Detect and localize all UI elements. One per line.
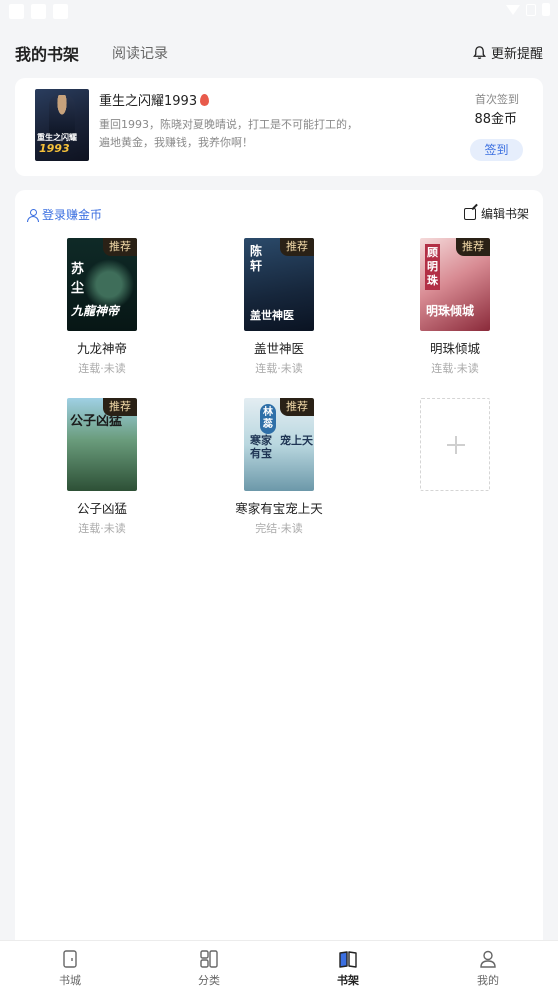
book-cover[interactable]: 苏尘 九龍神帝 推荐 [67,238,137,331]
bell-icon [473,46,486,60]
cover-subtitle-text: 宠上天 [280,434,313,447]
book-cover[interactable]: 顾明珠 明珠倾城 推荐 [420,238,490,331]
book-status: 完结·未读 [255,522,303,535]
book-item[interactable]: 公子凶猛 推荐 公子凶猛 连载·未读 [42,398,162,536]
signin-coins: 88金币 [474,112,517,127]
update-reminder-button[interactable]: 更新提醒 [472,43,543,62]
notification-icon [31,4,46,19]
cover-title-text: 九龍神帝 [71,304,120,318]
cover-figure [49,95,75,135]
cover-author-text: 林蕊 [260,404,276,434]
book-item[interactable]: 苏尘 九龍神帝 推荐 九龙神帝 连载·未读 [42,238,162,376]
book-title: 明珠倾城 [429,341,480,356]
book-title: 公子凶猛 [76,501,127,516]
recommend-badge: 推荐 [103,398,137,416]
recommend-badge: 推荐 [456,238,490,256]
book-cover[interactable]: 林蕊 寒家 有宝 宠上天 推荐 [244,398,314,491]
notification-icon [53,4,68,19]
nav-item-bookstore[interactable]: 书城 [30,949,110,988]
tab-reading-history[interactable]: 阅读记录 [112,43,168,63]
featured-book-title: 重生之闪耀1993 [99,94,198,109]
book-title: 寒家有宝宠上天 [235,501,323,516]
tab-my-bookshelf[interactable]: 我的书架 [15,41,79,65]
bookshelf-panel: 登录赚金币 编辑书架 苏尘 九龍神帝 推荐 九龙神帝 连载·未读 陈轩 盖世神医… [15,190,543,950]
book-title: 九龙神帝 [76,341,127,356]
book-status: 连载·未读 [78,522,126,535]
edit-icon [463,207,476,220]
recommend-badge: 推荐 [280,398,314,416]
bookstore-icon [60,949,80,969]
wifi-icon [506,4,520,15]
bookshelf-icon [338,949,358,969]
nav-label: 书城 [59,974,81,987]
status-icons [506,3,550,16]
cover-author-text: 苏尘 [71,262,85,296]
login-earn-coins-link[interactable]: 登录赚金币 [27,206,102,223]
recommend-badge: 推荐 [280,238,314,256]
status-bar [0,0,558,24]
top-header: 我的书架 阅读记录 更新提醒 [0,30,558,74]
book-status: 连载·未读 [255,362,303,375]
edit-bookshelf-button[interactable]: 编辑书架 [463,205,529,222]
recommend-badge: 推荐 [103,238,137,256]
featured-book-cover[interactable]: 重生之闪耀 1993 [35,89,89,161]
cover-author-text: 顾明珠 [425,244,440,290]
bottom-navigation: 书城 分类 书架 我的 [0,940,558,992]
login-earn-coins-label: 登录赚金币 [42,208,103,222]
book-status: 连载·未读 [78,362,126,375]
user-icon [27,208,39,222]
featured-book-card[interactable]: 重生之闪耀 1993 重生之闪耀1993 重回1993，陈晓对夏晚晴说，打工是不… [15,78,543,176]
nav-label: 我的 [477,974,499,987]
book-item[interactable]: 林蕊 寒家 有宝 宠上天 推荐 寒家有宝宠上天 完结·未读 [219,398,339,536]
book-cover[interactable]: 公子凶猛 推荐 [67,398,137,491]
book-title: 盖世神医 [253,341,304,356]
notification-icon [9,4,24,19]
featured-book-title-row[interactable]: 重生之闪耀1993 [99,90,210,109]
book-item[interactable]: 顾明珠 明珠倾城 推荐 明珠倾城 连载·未读 [395,238,515,376]
update-reminder-label: 更新提醒 [490,47,543,62]
signin-button[interactable]: 签到 [470,139,523,161]
cover-title-text: 明珠倾城 [426,304,475,318]
nav-label: 书架 [337,974,359,987]
nav-label: 分类 [198,974,220,987]
hot-fire-icon [200,93,210,106]
signin-label: 首次签到 [475,93,519,106]
cover-author-text: 陈轩 [250,244,263,273]
profile-icon [478,949,498,969]
nav-item-bookshelf[interactable]: 书架 [308,949,388,988]
book-item[interactable]: 陈轩 盖世神医 推荐 盖世神医 连载·未读 [219,238,339,376]
featured-book-description: 重回1993，陈晓对夏晚晴说，打工是不可能打工的，遍地黄金，我赚钱，我养你啊！ [99,118,358,149]
cover-year-text: 1993 [39,142,70,155]
cover-title-text: 寒家 有宝 [250,434,272,460]
book-cover[interactable]: 陈轩 盖世神医 推荐 [244,238,314,331]
category-icon [199,949,219,969]
nav-item-category[interactable]: 分类 [169,949,249,988]
book-status: 连载·未读 [431,362,479,375]
battery-icon [542,3,550,16]
edit-bookshelf-label: 编辑书架 [480,207,529,221]
nav-item-profile[interactable]: 我的 [448,949,528,988]
signal-icon [526,3,536,16]
cover-title-text: 盖世神医 [250,309,294,322]
add-book-button[interactable] [420,398,490,491]
